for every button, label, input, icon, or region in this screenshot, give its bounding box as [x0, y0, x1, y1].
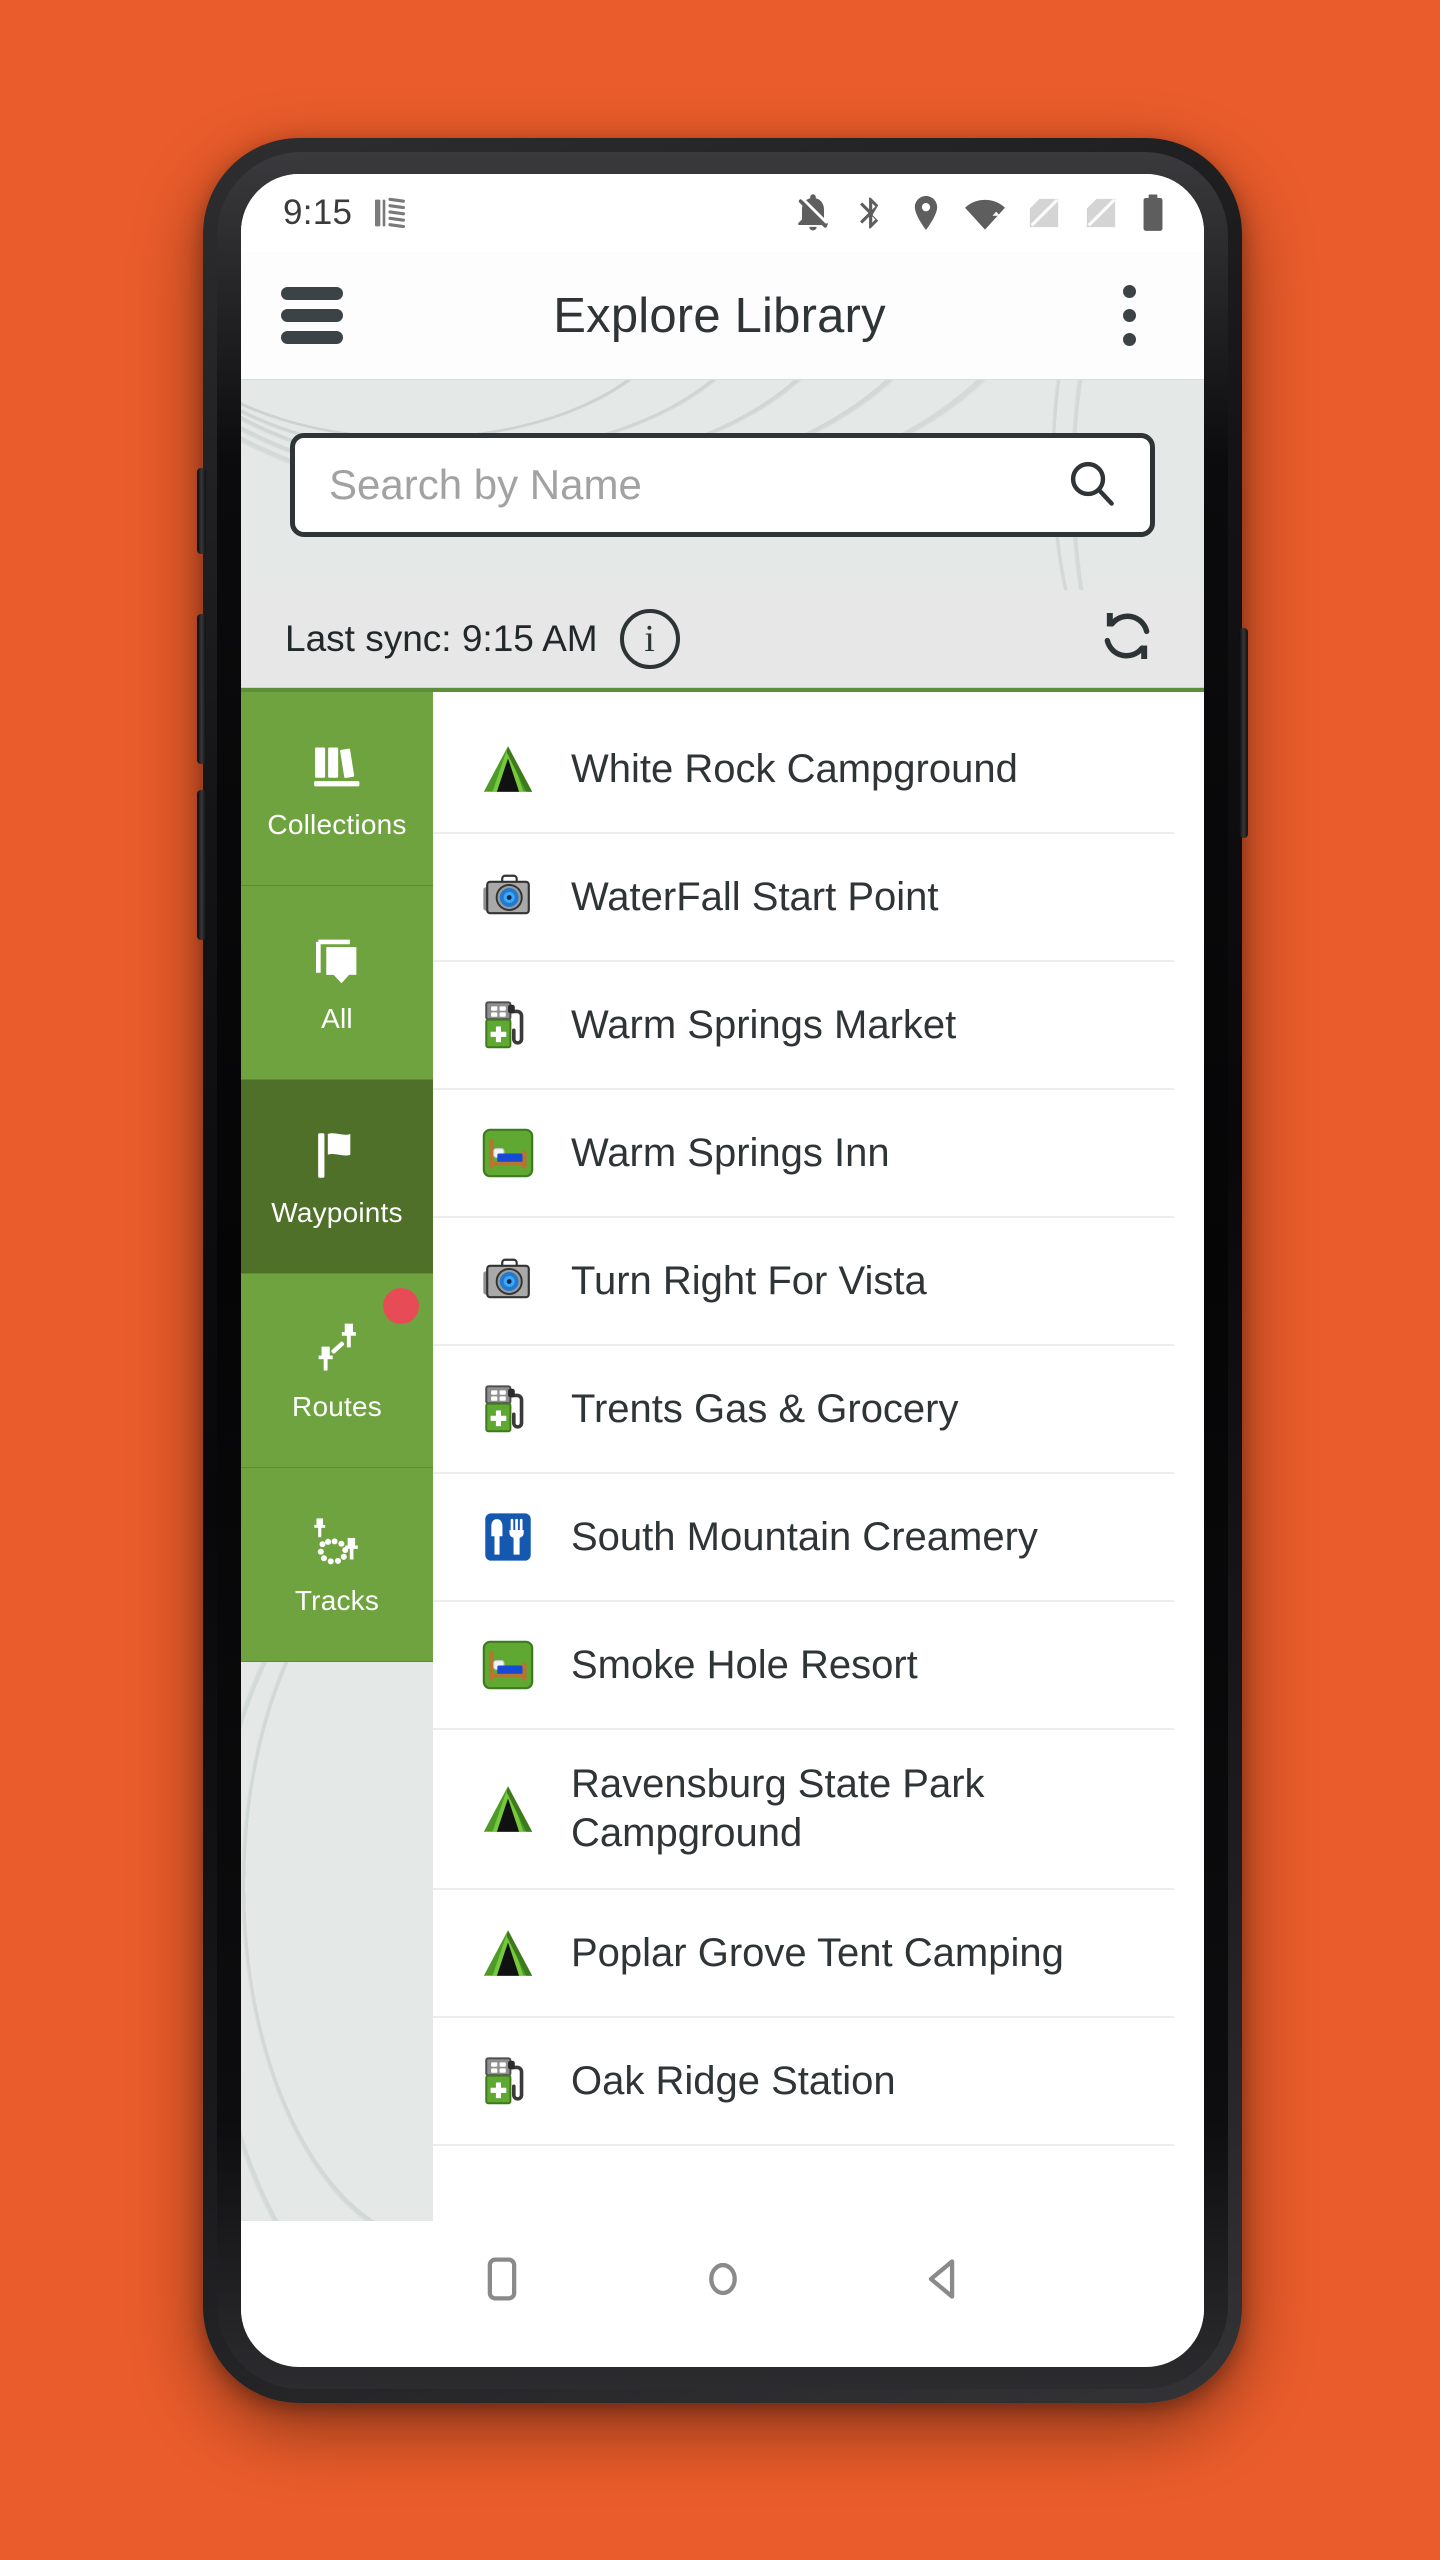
- list-item[interactable]: Smoke Hole Resort: [433, 1602, 1174, 1730]
- sidebar-item-waypoints[interactable]: Waypoints: [241, 1080, 433, 1274]
- lodging-icon: [477, 1634, 539, 1696]
- phone-side-button-power[interactable]: [1239, 628, 1248, 838]
- list-item-label: Smoke Hole Resort: [571, 1642, 918, 1687]
- phone-side-button-volume-down[interactable]: [197, 790, 206, 940]
- list-item-label: Warm Springs Market: [571, 1002, 957, 1047]
- list-item[interactable]: Warm Springs Inn: [433, 1090, 1174, 1218]
- home-button[interactable]: [696, 2252, 750, 2311]
- track-icon: [306, 1513, 368, 1575]
- sidebar-item-collections[interactable]: Collections: [241, 692, 433, 886]
- gas-station-icon: [477, 2050, 539, 2112]
- list-scroll-container: White Rock Campground WaterFall Start Po…: [433, 692, 1204, 2146]
- category-sidebar: Collections All Waypoints Routes Tracks: [241, 688, 433, 2221]
- list-item[interactable]: Oak Ridge Station: [433, 2018, 1174, 2146]
- list-item[interactable]: Warm Springs Market: [433, 962, 1174, 1090]
- status-bar: 9:15: [241, 174, 1204, 252]
- refresh-icon[interactable]: [1096, 605, 1158, 672]
- sidebar-filler: [241, 1662, 433, 2221]
- back-button[interactable]: [917, 2252, 971, 2311]
- search-icon[interactable]: [1064, 455, 1120, 516]
- list-item-label: WaterFall Start Point: [571, 874, 939, 919]
- list-item[interactable]: White Rock Campground: [433, 706, 1174, 834]
- status-badge: [383, 1288, 419, 1324]
- info-icon[interactable]: i: [619, 608, 680, 669]
- app-bar: Explore Library: [241, 252, 1204, 380]
- list-item[interactable]: South Mountain Creamery: [433, 1474, 1174, 1602]
- campground-icon: [477, 738, 539, 800]
- list-item-label: Warm Springs Inn: [571, 1130, 890, 1175]
- list-item-label: Trents Gas & Grocery: [571, 1386, 959, 1431]
- layers-icon: [308, 931, 366, 993]
- no-sim-2-icon: [1081, 192, 1121, 234]
- sidebar-item-label: Tracks: [294, 1584, 380, 1616]
- sidebar-item-tracks[interactable]: Tracks: [241, 1468, 433, 1662]
- list-item[interactable]: Ravensburg State Park Campground: [433, 1730, 1174, 1890]
- last-sync-text: Last sync: 9:15 AM: [285, 617, 598, 659]
- page-title: Explore Library: [553, 288, 886, 343]
- sidebar-item-label: Routes: [292, 1390, 382, 1422]
- wifi-icon: [963, 192, 1007, 234]
- list-item-label: White Rock Campground: [571, 746, 1018, 791]
- status-bar-right: [792, 192, 1168, 234]
- status-clock: 9:15: [283, 193, 353, 232]
- no-sim-1-icon: [1024, 192, 1064, 234]
- list-item-label: Turn Right For Vista: [571, 1258, 927, 1303]
- search-box[interactable]: [290, 433, 1155, 537]
- overflow-menu-icon[interactable]: [1094, 276, 1164, 356]
- notifications-off-icon: [792, 192, 834, 234]
- sync-bar: Last sync: 9:15 AM i: [241, 590, 1204, 688]
- sidebar-item-label: All: [321, 1002, 353, 1034]
- sync-status: Last sync: 9:15 AM i: [285, 608, 680, 669]
- bluetooth-icon: [851, 192, 889, 234]
- restaurant-icon: [477, 1506, 539, 1568]
- recents-button[interactable]: [475, 2252, 529, 2311]
- gas-station-icon: [477, 1378, 539, 1440]
- lodging-icon: [477, 1122, 539, 1184]
- waypoint-list[interactable]: White Rock Campground WaterFall Start Po…: [433, 688, 1204, 2221]
- list-item[interactable]: Trents Gas & Grocery: [433, 1346, 1174, 1474]
- campground-icon: [477, 1922, 539, 1984]
- phone-side-button-volume-up[interactable]: [197, 614, 206, 764]
- sidebar-item-label: Waypoints: [271, 1196, 403, 1228]
- phone-side-button-mute[interactable]: [197, 468, 206, 554]
- status-bar-left: 9:15: [283, 193, 410, 233]
- hamburger-menu-icon[interactable]: [281, 279, 355, 353]
- flag-icon: [308, 1125, 366, 1187]
- content-area: Collections All Waypoints Routes Tracks …: [241, 688, 1204, 2221]
- list-item[interactable]: Poplar Grove Tent Camping: [433, 1890, 1174, 2018]
- list-item-label: Oak Ridge Station: [571, 2058, 896, 2103]
- sidebar-item-all[interactable]: All: [241, 886, 433, 1080]
- list-item-label: Poplar Grove Tent Camping: [571, 1930, 1064, 1975]
- sidebar-item-label: Collections: [267, 808, 407, 840]
- location-icon: [906, 192, 946, 234]
- vibrate-icon: [370, 193, 410, 233]
- books-icon: [307, 737, 367, 799]
- route-icon: [306, 1319, 368, 1381]
- search-region: [241, 380, 1204, 590]
- gas-station-icon: [477, 994, 539, 1056]
- sidebar-item-routes[interactable]: Routes: [241, 1274, 433, 1468]
- campground-icon: [477, 1778, 539, 1840]
- list-item[interactable]: Turn Right For Vista: [433, 1218, 1174, 1346]
- phone-frame: 9:15 Explore Library Search by Name Last…: [197, 138, 1248, 2403]
- camera-icon: [477, 1250, 539, 1312]
- search-input[interactable]: [329, 461, 1064, 509]
- battery-icon: [1138, 192, 1168, 234]
- list-item[interactable]: WaterFall Start Point: [433, 834, 1174, 962]
- phone-screen: 9:15 Explore Library Search by Name Last…: [241, 174, 1204, 2367]
- list-item-label: Ravensburg State Park Campground: [571, 1762, 985, 1855]
- camera-icon: [477, 866, 539, 928]
- android-nav-bar: [241, 2221, 1204, 2341]
- list-item-partial[interactable]: [433, 692, 1174, 706]
- list-item-label: South Mountain Creamery: [571, 1514, 1038, 1559]
